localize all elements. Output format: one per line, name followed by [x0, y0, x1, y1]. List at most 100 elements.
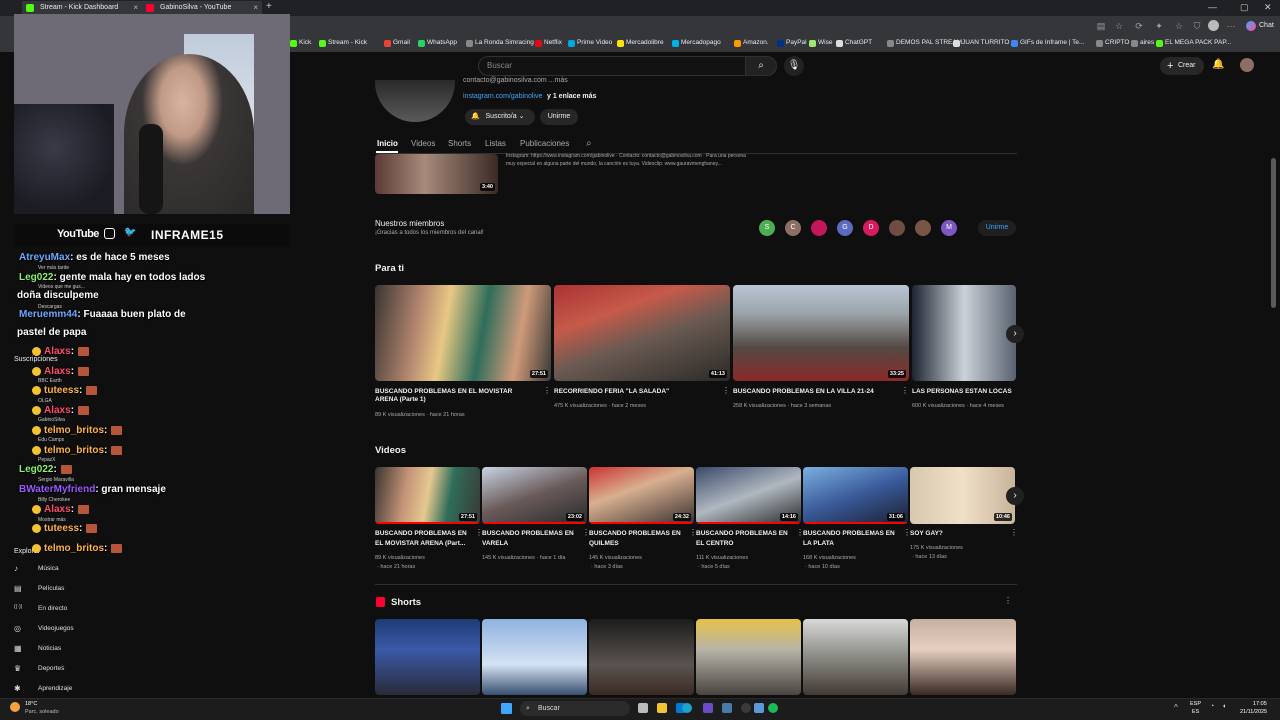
search-input[interactable]: Buscar: [478, 56, 746, 76]
tab-youtube[interactable]: GabinoSilva - YouTube ×: [142, 1, 262, 15]
bookmark-item[interactable]: JUAN TURRITO: [953, 39, 1009, 47]
tab-publicaciones[interactable]: Publicaciones: [520, 139, 569, 148]
wifi-icon[interactable]: ◔: [1210, 703, 1214, 710]
maximize-icon[interactable]: ▢: [1240, 2, 1249, 13]
video-title[interactable]: VARELA: [482, 540, 580, 548]
clock-date[interactable]: 21/11/2025: [1240, 709, 1267, 715]
member-avatar[interactable]: D: [863, 220, 879, 236]
sidebar-item[interactable]: ▦ Noticias: [14, 644, 61, 653]
video-title[interactable]: SOY GAY?: [910, 530, 1008, 538]
chat-label[interactable]: Chat: [1259, 22, 1274, 29]
task-view-icon[interactable]: [638, 703, 648, 713]
bookmark-item[interactable]: Mercadopago: [672, 39, 721, 47]
profile-avatar[interactable]: [1208, 20, 1219, 31]
app2-icon[interactable]: [754, 703, 764, 713]
bookmark-item[interactable]: EL MEGA PACK PAP...: [1156, 39, 1231, 47]
video-thumbnail[interactable]: 31:06: [803, 467, 908, 524]
lang-sub-label[interactable]: ES: [1192, 709, 1199, 715]
sidebar-item[interactable]: ▤ Películas: [14, 584, 64, 593]
video-thumbnail[interactable]: 14:16: [696, 467, 801, 524]
tab-kick-dashboard[interactable]: Stream - Kick Dashboard ×: [22, 1, 142, 15]
close-window-icon[interactable]: ✕: [1264, 2, 1272, 13]
video-title[interactable]: BUSCANDO PROBLEMAS EN: [696, 530, 794, 538]
steam-icon[interactable]: [722, 703, 732, 713]
video-title[interactable]: LA PLATA: [803, 540, 901, 548]
member-avatar[interactable]: M: [941, 220, 957, 236]
sidebar-item[interactable]: ✱ Aprendizaje: [14, 684, 72, 693]
page-scrollbar[interactable]: [1271, 158, 1276, 308]
sidebar-ghost-label[interactable]: Edu Camps: [38, 437, 64, 443]
lang-label[interactable]: ESP: [1190, 701, 1201, 707]
puzzle-icon[interactable]: ✦: [1154, 21, 1164, 31]
channel-link[interactable]: instagram.com/gabinolive: [463, 93, 542, 100]
clock-time[interactable]: 17:05: [1253, 701, 1267, 707]
bookmark-item[interactable]: Stream - Kick: [319, 39, 367, 47]
sidebar-item[interactable]: ◎ Videojuegos: [14, 624, 74, 633]
subscribed-button[interactable]: 🔔 Suscrito/a ⌄: [465, 109, 535, 125]
tab-listas[interactable]: Listas: [485, 139, 506, 148]
tab-shorts[interactable]: Shorts: [448, 139, 471, 148]
star-icon[interactable]: ☆: [1114, 21, 1124, 31]
featured-video-thumbnail[interactable]: 3:40: [375, 154, 498, 194]
member-avatar[interactable]: C: [785, 220, 801, 236]
sidebar-ghost-label[interactable]: PepazX: [38, 457, 56, 463]
video-title[interactable]: BUSCANDO PROBLEMAS EN: [803, 530, 901, 538]
video-title[interactable]: BUSCANDO PROBLEMAS EN LA VILLA 21-24: [733, 388, 893, 396]
bookmark-item[interactable]: Prime Video: [568, 39, 612, 47]
create-button[interactable]: + Crear: [1160, 57, 1204, 75]
weather-temp[interactable]: 18°C: [25, 701, 37, 707]
member-avatar[interactable]: [915, 220, 931, 236]
minimize-icon[interactable]: —: [1208, 2, 1217, 12]
short-thumbnail[interactable]: [589, 619, 694, 695]
short-thumbnail[interactable]: [482, 619, 587, 695]
video-thumbnail[interactable]: 41:13: [554, 285, 730, 381]
video-thumbnail[interactable]: 24:32: [589, 467, 694, 524]
bookmark-item[interactable]: GIFs de Inframe | Te...: [1011, 39, 1084, 47]
bookmark-item[interactable]: La Ronda Simracing: [466, 39, 534, 47]
video-title[interactable]: RECORRIENDO FERIA "LA SALADA": [554, 388, 714, 396]
bookmark-item[interactable]: PayPal: [777, 39, 807, 47]
member-avatar[interactable]: S: [759, 220, 775, 236]
edge-icon[interactable]: [682, 703, 692, 713]
favorites-icon[interactable]: ☆: [1174, 21, 1184, 31]
extensions-icon[interactable]: ▤: [1096, 21, 1106, 31]
weather-text[interactable]: Parc. soleado: [25, 709, 59, 715]
tray-chevron-icon[interactable]: ^: [1174, 703, 1178, 712]
channel-avatar[interactable]: [375, 80, 455, 122]
sidebar-ghost-label[interactable]: GabinoSilva: [38, 417, 65, 423]
channel-contact[interactable]: contacto@gabinosilva.com ...más: [463, 77, 568, 84]
bookmark-item[interactable]: Netflix: [535, 39, 562, 47]
tab-videos[interactable]: Videos: [411, 139, 435, 148]
more-icon[interactable]: ⋯: [1226, 21, 1236, 31]
short-thumbnail[interactable]: [375, 619, 480, 695]
bookmark-item[interactable]: Kick: [290, 39, 311, 47]
sidebar-item[interactable]: ♛ Deportes: [14, 664, 64, 673]
video-thumbnail[interactable]: 23:02: [482, 467, 587, 524]
start-icon[interactable]: [501, 703, 512, 714]
sidebar-item[interactable]: ♪ Música: [14, 564, 59, 573]
video-thumbnail[interactable]: 10:46: [910, 467, 1015, 524]
bookmark-item[interactable]: CRIPTO: [1096, 39, 1129, 47]
volume-icon[interactable]: ◖: [1222, 703, 1226, 710]
video-title[interactable]: EL MOVISTAR ARENA (Part...: [375, 540, 473, 548]
sidebar-ghost-label[interactable]: BBC Earth: [38, 378, 62, 384]
video-title[interactable]: LAS PERSONAS ESTÁN LOCAS: [912, 388, 1016, 396]
bookmark-item[interactable]: ChatGPT: [836, 39, 872, 47]
new-tab-button[interactable]: +: [266, 1, 272, 12]
collections-icon[interactable]: ⛉: [1192, 21, 1202, 31]
video-title[interactable]: EL CENTRO: [696, 540, 794, 548]
video-thumbnail[interactable]: 27:51: [375, 285, 551, 381]
member-avatar[interactable]: [811, 220, 827, 236]
video-title[interactable]: BUSCANDO PROBLEMAS EN: [589, 530, 687, 538]
spotify-icon[interactable]: [768, 703, 778, 713]
video-thumbnail[interactable]: 27:51: [375, 467, 480, 524]
sidebar-ghost-label[interactable]: Sergio Maravilla: [38, 477, 74, 483]
video-thumbnail[interactable]: [912, 285, 1016, 381]
sidebar-ghost-label[interactable]: Billy Cherokee: [38, 497, 70, 503]
short-thumbnail[interactable]: [803, 619, 908, 695]
notifications-icon[interactable]: 🔔: [1212, 59, 1224, 70]
bookmark-item[interactable]: Mercadolibre: [617, 39, 664, 47]
join-button[interactable]: Unirme: [540, 109, 578, 125]
more-options-icon[interactable]: ⋮: [1010, 528, 1018, 537]
app-icon[interactable]: [703, 703, 713, 713]
